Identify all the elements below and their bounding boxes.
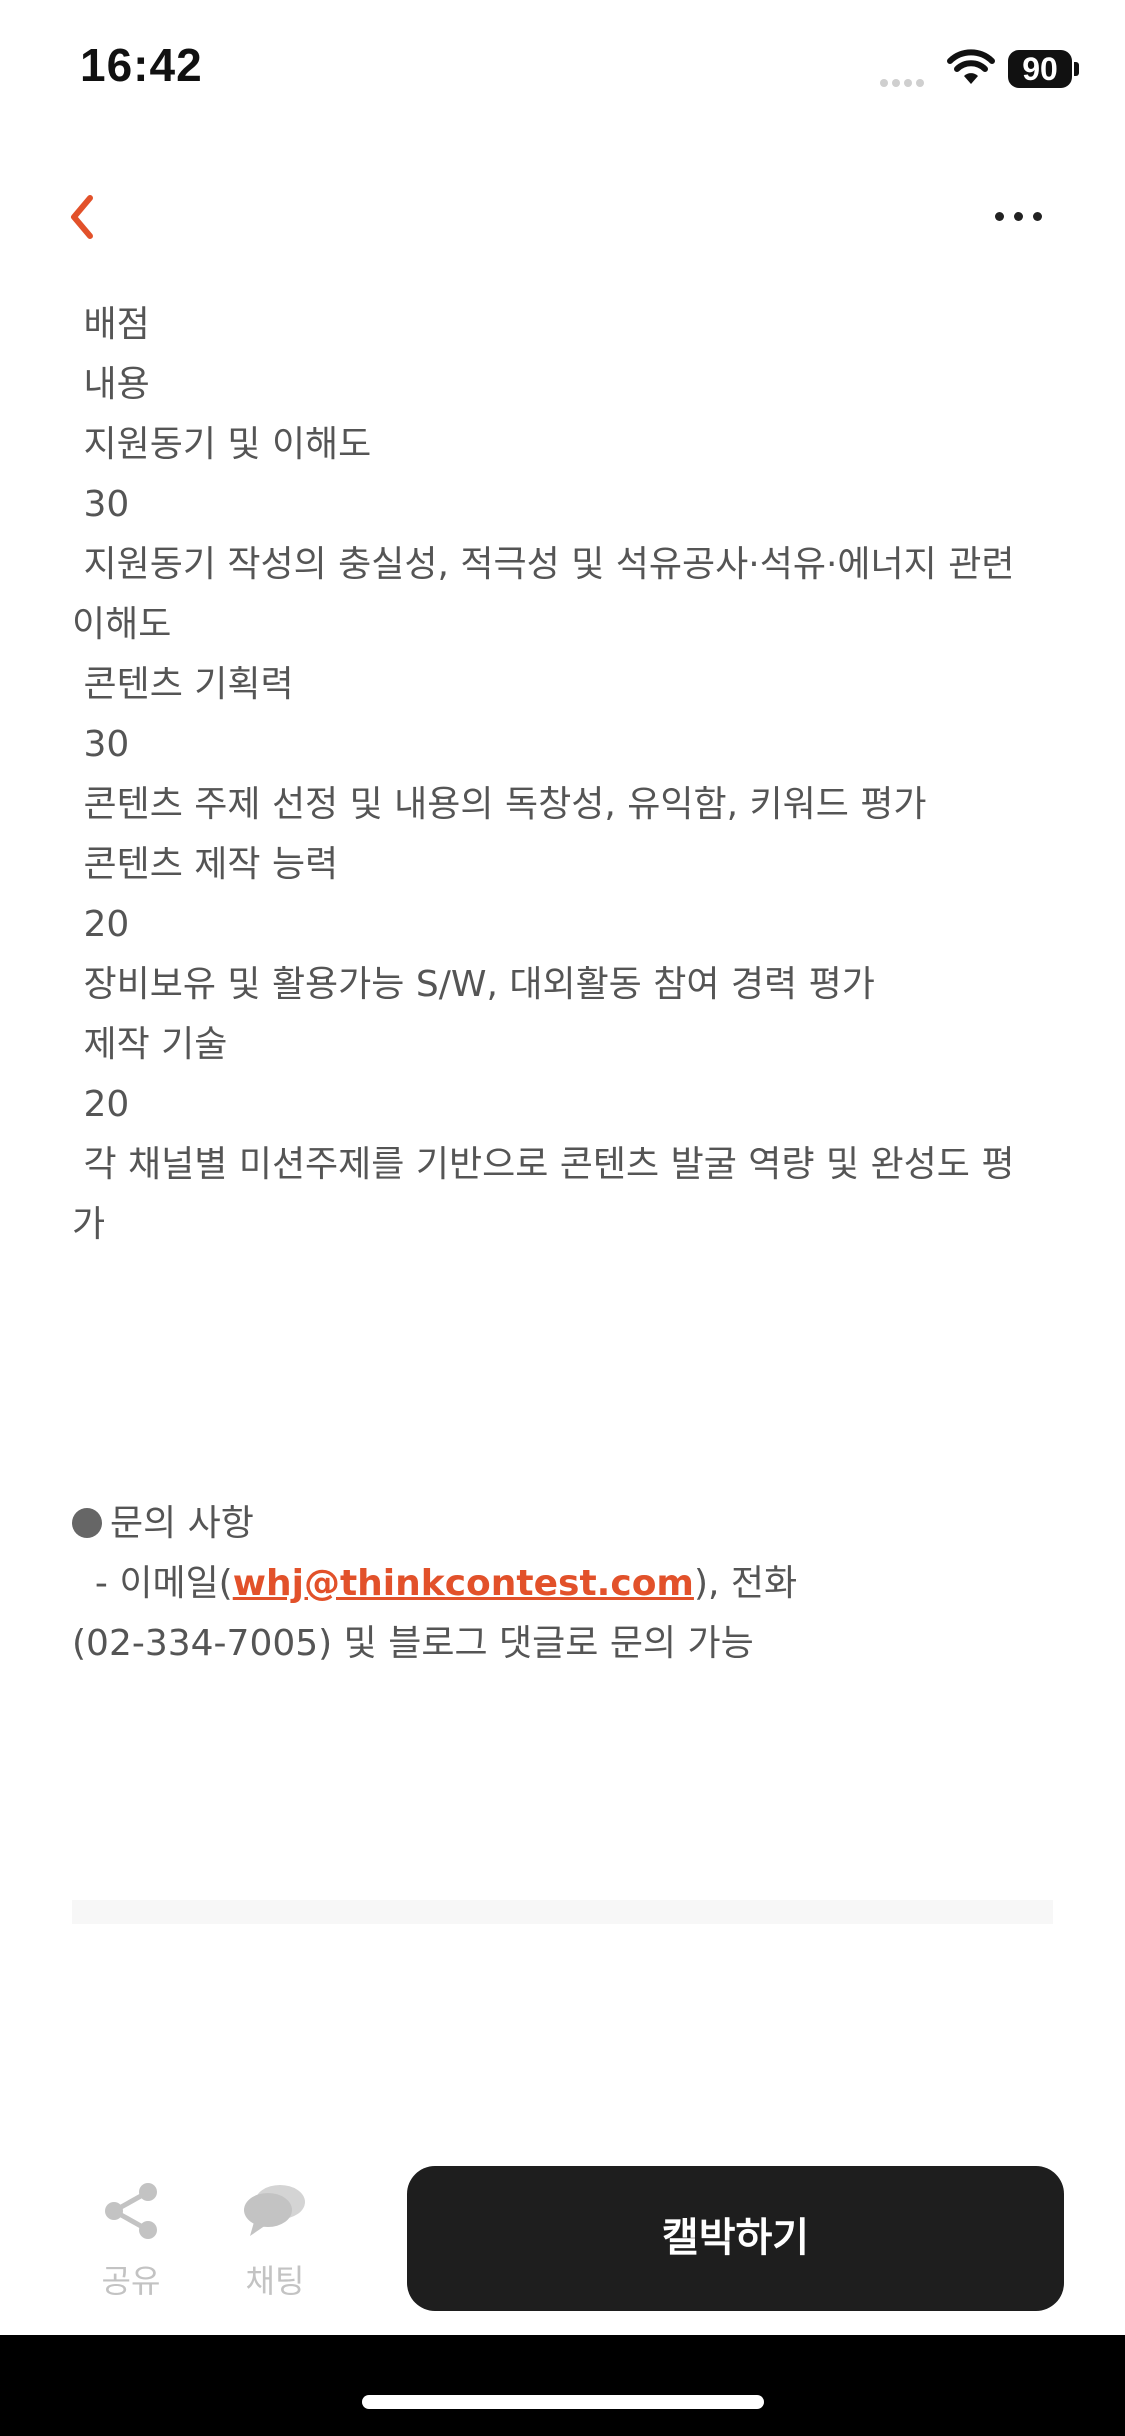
content-line: 이해도 (72, 604, 172, 645)
content-line: 각 채널별 미션주제를 기반으로 콘텐츠 발굴 역량 및 완성도 평 (72, 1144, 1015, 1185)
content-line: 지원동기 작성의 충실성, 적극성 및 석유공사·석유·에너지 관련 (72, 544, 1015, 585)
email-prefix: - 이메일( (72, 1563, 233, 1604)
email-suffix: ), 전화 (693, 1563, 798, 1604)
divider (72, 1900, 1053, 1924)
home-indicator[interactable] (362, 2395, 764, 2409)
battery-tip (1074, 62, 1079, 76)
email-link[interactable]: whj@thinkcontest.com (233, 1563, 694, 1604)
bullet-icon (72, 1508, 102, 1538)
content-line: 20 (72, 1084, 130, 1125)
status-bar: 16:42 90 (0, 0, 1125, 135)
content-line: 30 (72, 724, 130, 765)
share-label: 공유 (101, 2262, 161, 2300)
nav-bar (0, 170, 1125, 260)
content-line: 내용 (72, 364, 150, 405)
chat-icon (244, 2185, 305, 2236)
content-line: 배점 (72, 304, 150, 345)
content-line: 지원동기 및 이해도 (72, 424, 372, 465)
share-button[interactable]: 공유 (76, 2180, 186, 2302)
home-indicator-area (0, 2335, 1125, 2436)
back-chevron-icon (71, 195, 93, 239)
bottom-bar: 공유 채팅 캘박하기 (0, 2150, 1125, 2335)
inquiry-section: 문의 사항 - 이메일(whj@thinkcontest.com), 전화 (0… (72, 1494, 1057, 1674)
back-button[interactable] (60, 192, 110, 242)
content-line: 콘텐츠 기획력 (72, 664, 294, 705)
content-line: 콘텐츠 주제 선정 및 내용의 독창성, 유익함, 키워드 평가 (72, 784, 927, 825)
content-line: 20 (72, 904, 130, 945)
chat-label: 채팅 (245, 2262, 305, 2300)
inquiry-phone-line: (02-334-7005) 및 블로그 댓글로 문의 가능 (72, 1623, 754, 1664)
content-line: 30 (72, 484, 130, 525)
status-time: 16:42 (80, 39, 203, 91)
scrap-button[interactable]: 캘박하기 (407, 2166, 1064, 2311)
content-line: 콘텐츠 제작 능력 (72, 844, 339, 885)
inquiry-email-line: - 이메일(whj@thinkcontest.com), 전화 (72, 1554, 1057, 1614)
battery-icon: 90 (1008, 50, 1072, 88)
more-icon[interactable] (990, 192, 1060, 242)
inquiry-title: 문의 사항 (72, 1494, 1057, 1554)
wifi-icon (947, 49, 995, 84)
inquiry-title-text: 문의 사항 (110, 1503, 254, 1544)
signal-icon (880, 72, 936, 87)
chat-button[interactable]: 채팅 (220, 2180, 330, 2302)
content-line: 장비보유 및 활용가능 S/W, 대외활동 참여 경력 평가 (72, 964, 875, 1005)
content-line: 가 (72, 1204, 106, 1245)
content-line: 제작 기술 (72, 1024, 228, 1065)
share-icon (105, 2183, 157, 2239)
evaluation-criteria-text: 배점 내용 지원동기 및 이해도 30 지원동기 작성의 충실성, 적극성 및 … (72, 295, 1057, 1255)
